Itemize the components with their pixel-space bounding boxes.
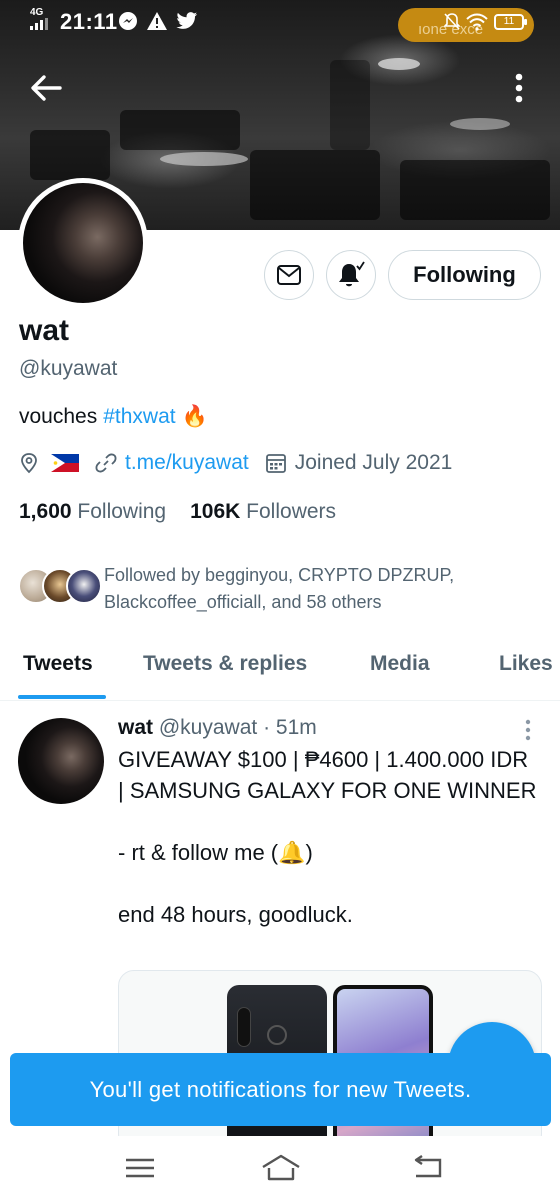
tweet-line: - rt & follow me (🔔): [118, 840, 313, 865]
tweet-text[interactable]: GIVEAWAY $100 | ₱4600 | 1.400.000 IDR | …: [118, 744, 538, 930]
following-button[interactable]: Following: [388, 250, 541, 300]
follower-avatar: [66, 568, 102, 604]
twitter-icon: [176, 12, 198, 29]
tweet-author-handle: @kuyawat: [158, 716, 258, 739]
profile-handle: @kuyawat: [19, 357, 118, 380]
alert-icon: [147, 12, 167, 30]
tweet-author-avatar[interactable]: [18, 718, 104, 804]
signal-icon: [30, 18, 52, 30]
profile-avatar[interactable]: [18, 178, 148, 308]
followers-label: Followers: [246, 500, 337, 523]
location-icon: [21, 453, 37, 474]
clock: 21:11: [60, 9, 118, 34]
following-count: 1,600: [19, 500, 72, 523]
profile-website-link[interactable]: t.me/kuyawat: [125, 451, 249, 475]
philippines-flag-icon: [51, 454, 79, 472]
active-tab-indicator: [18, 695, 106, 699]
network-type: 4G: [30, 7, 44, 18]
message-button[interactable]: [264, 250, 314, 300]
bio-hashtag-link[interactable]: #thxwat: [103, 405, 175, 429]
wifi-icon: [466, 13, 488, 31]
tweet-line: end 48 hours, goodluck.: [118, 902, 353, 927]
profile-name: wat: [19, 314, 70, 347]
followers-count: 106K: [190, 500, 241, 523]
bell-off-icon: [444, 13, 460, 30]
system-nav-bar: [0, 1136, 560, 1200]
following-label: Following: [77, 500, 167, 523]
back-arrow-icon[interactable]: [26, 70, 66, 106]
status-bar: 4G 21:11 ıone exce 11: [0, 0, 560, 44]
notifications-button[interactable]: [326, 250, 376, 300]
followed-by-row[interactable]: Followed by begginyou, CRYPTO DPZRUP, Bl…: [18, 562, 538, 614]
messenger-icon: [119, 12, 137, 30]
tweet-header: wat @kuyawat · 51m: [118, 716, 317, 740]
tweet-time: · 51m: [263, 716, 317, 739]
status-pill: ıone exce 11: [398, 8, 534, 42]
link-icon: [95, 453, 117, 473]
profile-meta: t.me/kuyawat Joined July 2021: [19, 451, 452, 475]
tab-tweets-replies[interactable]: Tweets & replies: [143, 652, 307, 676]
calendar-icon: [265, 454, 286, 473]
home-icon[interactable]: [260, 1152, 302, 1184]
bell-check-icon: [339, 261, 365, 287]
tweet-line: GIVEAWAY $100 | ₱4600 | 1.400.000 IDR | …: [118, 747, 537, 803]
tab-likes[interactable]: Likes: [499, 652, 553, 676]
back-nav-icon[interactable]: [408, 1152, 448, 1184]
bio-text: vouches: [19, 405, 98, 428]
menu-icon[interactable]: [120, 1152, 160, 1184]
joined-date: Joined July 2021: [294, 451, 453, 474]
notification-toast: You'll get notifications for new Tweets.: [10, 1053, 551, 1126]
following-count-link[interactable]: 1,600 Following: [19, 500, 166, 524]
battery-icon: 11: [494, 14, 527, 30]
tweet-author-name[interactable]: wat: [118, 716, 153, 739]
tab-tweets[interactable]: Tweets: [23, 652, 93, 676]
tab-media[interactable]: Media: [370, 652, 430, 676]
envelope-icon: [277, 265, 301, 285]
more-vertical-icon[interactable]: [508, 70, 530, 106]
tweet-more-icon[interactable]: [520, 718, 536, 742]
profile-tabs: Tweets Tweets & replies Media Likes: [0, 640, 560, 701]
follow-counts: 1,600 Following 106K Followers: [19, 500, 336, 524]
battery-level: 11: [503, 16, 515, 27]
fire-emoji: 🔥: [181, 405, 208, 428]
followers-count-link[interactable]: 106K Followers: [190, 500, 336, 524]
followed-by-text: Followed by begginyou, CRYPTO DPZRUP, Bl…: [104, 565, 455, 612]
profile-bio: vouches #thxwat 🔥: [19, 405, 208, 429]
